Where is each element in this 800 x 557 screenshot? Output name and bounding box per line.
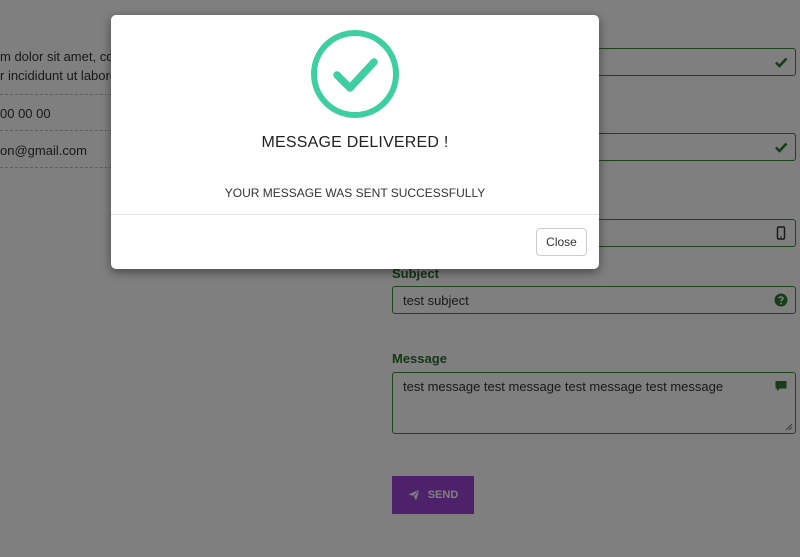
close-button[interactable]: Close [536, 228, 587, 256]
check-circle-icon [310, 29, 400, 119]
modal-message: YOUR MESSAGE WAS SENT SUCCESSFULLY [224, 186, 486, 200]
modal-title: MESSAGE DELIVERED ! [261, 134, 449, 151]
success-modal: MESSAGE DELIVERED ! YOUR MESSAGE WAS SEN… [111, 15, 599, 269]
modal-footer-divider [111, 214, 599, 215]
